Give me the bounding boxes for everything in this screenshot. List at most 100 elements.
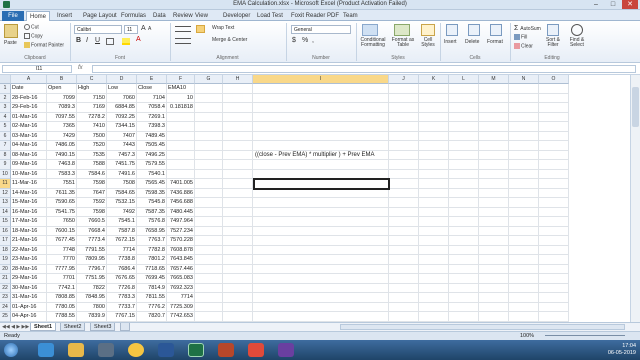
data-cell[interactable]: 7486.05: [47, 141, 77, 151]
data-cell[interactable]: 7583.3: [47, 169, 77, 179]
cell[interactable]: [195, 112, 223, 122]
cell[interactable]: [253, 198, 389, 208]
cell[interactable]: [449, 103, 479, 113]
conditional-formatting-icon[interactable]: [362, 24, 378, 36]
data-cell[interactable]: 7590.65: [47, 198, 77, 208]
cell[interactable]: [479, 131, 509, 141]
data-cell[interactable]: 7672.15: [107, 236, 137, 246]
cell[interactable]: [419, 207, 449, 217]
cell[interactable]: [509, 122, 539, 132]
data-cell[interactable]: 7742.1: [47, 283, 77, 293]
cell[interactable]: [449, 207, 479, 217]
data-cell[interactable]: 28-Feb-16: [11, 93, 47, 103]
cell[interactable]: [539, 274, 569, 284]
tab-formulas[interactable]: Formulas: [118, 11, 149, 21]
cell[interactable]: [449, 84, 479, 94]
data-cell[interactable]: 7588: [77, 160, 107, 170]
cell[interactable]: [479, 293, 509, 303]
data-cell[interactable]: 7490.15: [47, 150, 77, 160]
underline-button[interactable]: U: [95, 37, 100, 44]
cell[interactable]: [509, 179, 539, 189]
cell[interactable]: [253, 84, 389, 94]
data-cell[interactable]: 03-Mar-16: [11, 131, 47, 141]
column-header-k[interactable]: K: [419, 75, 449, 84]
data-cell[interactable]: 7611.35: [47, 188, 77, 198]
row-header[interactable]: 14: [0, 207, 11, 217]
row-header[interactable]: 25: [0, 312, 11, 322]
column-header-b[interactable]: B: [47, 75, 77, 84]
cell[interactable]: [419, 274, 449, 284]
data-cell[interactable]: [167, 150, 195, 160]
cell[interactable]: [479, 302, 509, 312]
cell[interactable]: [449, 283, 479, 293]
sheet-tab-sheet3[interactable]: Sheet3: [90, 323, 116, 331]
data-cell[interactable]: 7545.1: [107, 217, 137, 227]
cell[interactable]: [449, 226, 479, 236]
data-cell[interactable]: 04-Apr-16: [11, 312, 47, 322]
data-cell[interactable]: 7541.75: [47, 207, 77, 217]
header-cell[interactable]: High: [77, 84, 107, 94]
fill-button[interactable]: Fill: [514, 34, 527, 40]
row-header[interactable]: 11: [0, 179, 11, 189]
data-cell[interactable]: 7773.4: [77, 236, 107, 246]
format-cells-button[interactable]: Format: [487, 39, 503, 45]
data-cell[interactable]: 10-Mar-16: [11, 169, 47, 179]
data-cell[interactable]: 02-Mar-16: [11, 122, 47, 132]
data-cell[interactable]: 7742.653: [167, 312, 195, 322]
cell[interactable]: [539, 226, 569, 236]
cell[interactable]: [195, 293, 223, 303]
data-cell[interactable]: 7725.309: [167, 302, 195, 312]
format-table-button[interactable]: Format as Table: [391, 38, 415, 48]
cell[interactable]: [509, 245, 539, 255]
cell[interactable]: [539, 131, 569, 141]
data-cell[interactable]: 7748: [47, 245, 77, 255]
cell[interactable]: [253, 274, 389, 284]
cell[interactable]: [195, 207, 223, 217]
data-cell[interactable]: 7796.7: [77, 264, 107, 274]
data-cell[interactable]: 7699.45: [137, 274, 167, 284]
cell[interactable]: [449, 131, 479, 141]
cell[interactable]: [389, 302, 419, 312]
data-cell[interactable]: 7278.2: [77, 112, 107, 122]
data-cell[interactable]: 7767.15: [107, 312, 137, 322]
cell[interactable]: [539, 255, 569, 265]
cell[interactable]: [419, 169, 449, 179]
data-cell[interactable]: 7647: [77, 188, 107, 198]
data-cell[interactable]: 7811.55: [137, 293, 167, 303]
system-clock[interactable]: 17:04 06-05-2019: [608, 343, 636, 357]
cell[interactable]: [223, 236, 253, 246]
data-cell[interactable]: 7584.65: [107, 188, 137, 198]
cell[interactable]: [195, 283, 223, 293]
cell[interactable]: [539, 84, 569, 94]
bold-button[interactable]: B: [76, 37, 81, 44]
data-cell[interactable]: 21-Mar-16: [11, 236, 47, 246]
cell[interactable]: [419, 226, 449, 236]
data-cell[interactable]: 7576.8: [137, 217, 167, 227]
cell[interactable]: [253, 283, 389, 293]
cell-styles-button[interactable]: Cell Styles: [418, 38, 438, 48]
cell[interactable]: [223, 245, 253, 255]
cell[interactable]: [539, 112, 569, 122]
data-cell[interactable]: 7657.446: [167, 264, 195, 274]
data-cell[interactable]: 22-Mar-16: [11, 245, 47, 255]
cell[interactable]: [195, 84, 223, 94]
data-cell[interactable]: 7660.5: [77, 217, 107, 227]
cell[interactable]: [195, 226, 223, 236]
data-cell[interactable]: [167, 131, 195, 141]
data-cell[interactable]: 7788.55: [47, 312, 77, 322]
cell[interactable]: [449, 245, 479, 255]
data-cell[interactable]: 7169: [77, 103, 107, 113]
data-cell[interactable]: 7398.3: [137, 122, 167, 132]
data-cell[interactable]: 7808.85: [47, 293, 77, 303]
chrome-icon[interactable]: [128, 343, 144, 357]
cell[interactable]: [389, 141, 419, 151]
horizontal-scrollbar[interactable]: [340, 324, 625, 330]
cell[interactable]: [223, 103, 253, 113]
cell[interactable]: [419, 188, 449, 198]
cell[interactable]: [539, 312, 569, 322]
row-header[interactable]: 1: [0, 84, 11, 94]
data-cell[interactable]: 7508: [107, 179, 137, 189]
row-header[interactable]: 16: [0, 226, 11, 236]
data-cell[interactable]: 7686.4: [107, 264, 137, 274]
data-cell[interactable]: 7718.65: [137, 264, 167, 274]
